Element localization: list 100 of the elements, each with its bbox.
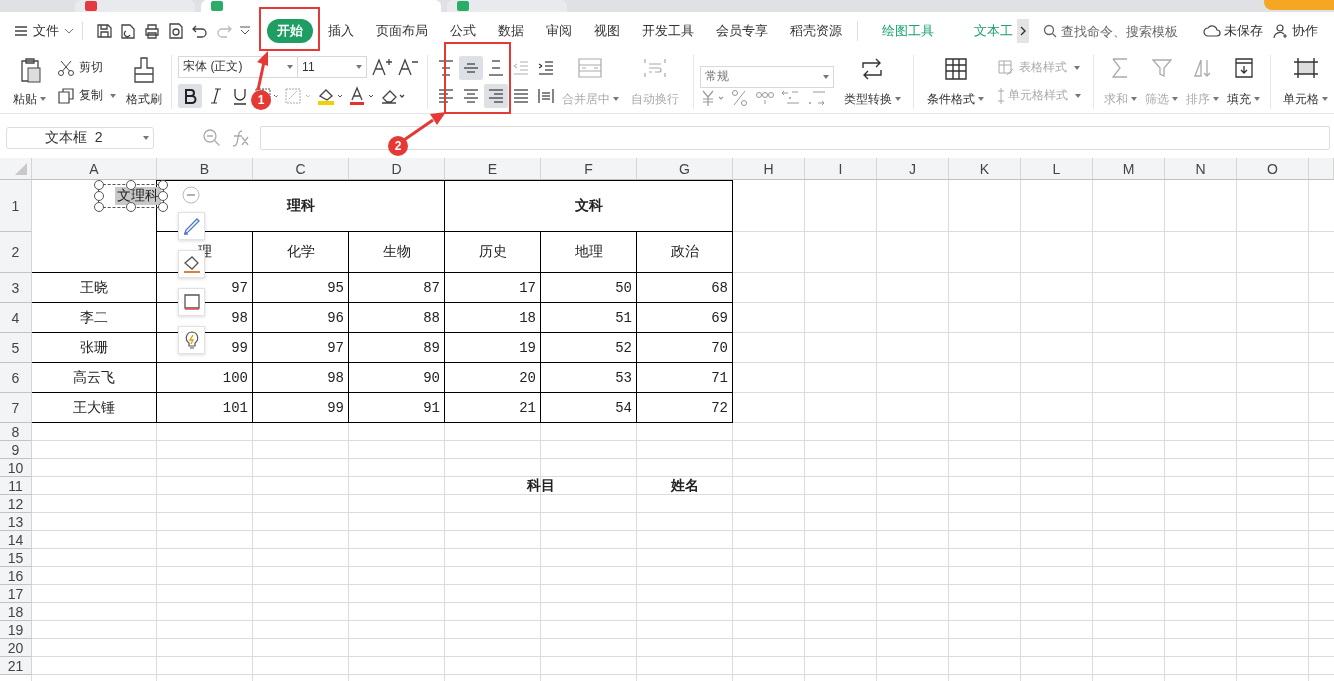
ribbon-tab[interactable]: 数据 [487,19,535,43]
row-header[interactable]: 4 [0,303,32,333]
file-menu[interactable]: 文件 [0,17,82,45]
table-cell: 化学 [253,232,349,273]
table-cell: 71 [637,363,733,393]
copy-button[interactable]: 复制 [51,83,123,108]
ribbon-tab[interactable]: 审阅 [535,19,583,43]
add-person-icon [1273,23,1289,39]
decrease-font-icon[interactable] [397,56,420,77]
row-header[interactable]: 13 [0,513,32,531]
zoom-icon[interactable] [202,128,222,148]
column-header[interactable]: O [1237,158,1309,180]
alignment-button[interactable] [483,83,508,108]
cut-button[interactable]: 剪切 [51,55,123,80]
ribbon-tab[interactable]: 页面布局 [365,19,439,43]
conditional-format-button[interactable]: 条件格式 [920,55,991,108]
ribbon-tab[interactable]: 稻壳资源 [779,19,853,43]
print-icon[interactable] [143,22,161,40]
square-outline-icon [181,292,202,312]
row-header[interactable]: 11 [0,477,32,495]
highlight-frame [259,7,320,51]
lightbulb-button[interactable] [178,326,205,354]
column-header[interactable]: F [541,158,637,180]
resize-handle[interactable] [126,180,136,190]
table-cell: 53 [541,363,637,393]
row-header[interactable]: 18 [0,603,32,621]
column-header[interactable]: J [877,158,949,180]
column-header[interactable]: M [1093,158,1165,180]
shape-outline-button[interactable] [178,288,205,316]
cell-button[interactable]: 单元格 [1277,55,1334,108]
pen-icon [181,216,202,236]
column-header[interactable]: D [349,158,445,180]
align-icon [536,86,555,105]
row-header[interactable]: 6 [0,363,32,393]
align-icon [436,58,455,77]
column-header[interactable]: K [949,158,1021,180]
ribbon-tab[interactable]: 开发工具 [631,19,705,43]
table-cell: 50 [541,273,637,303]
row-header[interactable]: 15 [0,549,32,567]
ribbon-tab[interactable]: 公式 [439,19,487,43]
row-header[interactable]: 17 [0,585,32,603]
ribbon-tab[interactable]: 视图 [583,19,631,43]
table-cell: 理科 [157,180,445,232]
row-header[interactable]: 21 [0,657,32,675]
align-icon [486,58,505,77]
browser-tab[interactable] [447,0,567,12]
column-header[interactable]: B [157,158,253,180]
increase-font-icon[interactable] [371,56,394,77]
unsaved-button[interactable]: 未保存 [1203,22,1263,40]
column-header[interactable]: N [1165,158,1237,180]
row-header[interactable]: 14 [0,531,32,549]
column-header[interactable]: I [805,158,877,180]
tool-button[interactable]: 填充 [1223,55,1265,108]
shape-style-button[interactable] [178,212,205,240]
chevron-icon [64,27,74,35]
column-header[interactable]: H [733,158,805,180]
browser-tab[interactable] [201,0,441,12]
row-header[interactable]: 16 [0,567,32,585]
print-preview-icon[interactable] [167,22,185,40]
collaborate-button[interactable]: 协作 [1273,22,1318,40]
row-header[interactable]: 1 [0,180,32,232]
browser-tab[interactable] [75,0,195,12]
save-icon[interactable] [95,22,113,40]
formula-input[interactable] [260,126,1330,150]
export-icon[interactable] [119,22,137,40]
format-painter-button[interactable]: 格式刷 [122,55,166,108]
row-header[interactable]: 8 [0,423,32,441]
table-cell: 88 [349,303,445,333]
row-header[interactable]: 2 [0,232,32,273]
paste-button[interactable]: 粘贴 [8,55,52,108]
alignment-button[interactable] [458,55,483,80]
font-size-dropdown[interactable]: 11 [297,55,368,78]
column-header[interactable]: A [32,158,157,180]
row-header[interactable]: 10 [0,459,32,477]
row-header[interactable]: 3 [0,273,32,303]
cell-fill-icon[interactable] [284,85,313,106]
row-header[interactable]: 5 [0,333,32,363]
type-convert-button[interactable]: 类型转换 [837,55,908,108]
number-format-dropdown[interactable]: 常规 [699,65,834,88]
percent-icon[interactable] [729,87,750,108]
resize-handle[interactable] [126,202,136,212]
row-header[interactable]: 9 [0,441,32,459]
column-header[interactable]: E [445,158,541,180]
table-cell: 101 [157,393,253,423]
column-header[interactable]: C [253,158,349,180]
row-header[interactable]: 12 [0,495,32,513]
table-cell: 生物 [349,232,445,273]
scroll-tabs-button[interactable] [1017,19,1029,43]
row-header[interactable]: 7 [0,393,32,423]
bold-button[interactable] [178,83,203,108]
row-header[interactable]: 19 [0,621,32,639]
name-box[interactable]: 文本框 2 [6,127,154,149]
column-header[interactable]: G [637,158,733,180]
column-header[interactable]: L [1021,158,1093,180]
ribbon-tab[interactable]: 会员专享 [705,19,779,43]
row-header[interactable]: 20 [0,639,32,657]
ribbon-tab[interactable]: 插入 [317,19,365,43]
copy-icon [57,86,76,105]
dropdown-icon[interactable] [239,25,251,37]
highlight-frame [444,42,511,114]
